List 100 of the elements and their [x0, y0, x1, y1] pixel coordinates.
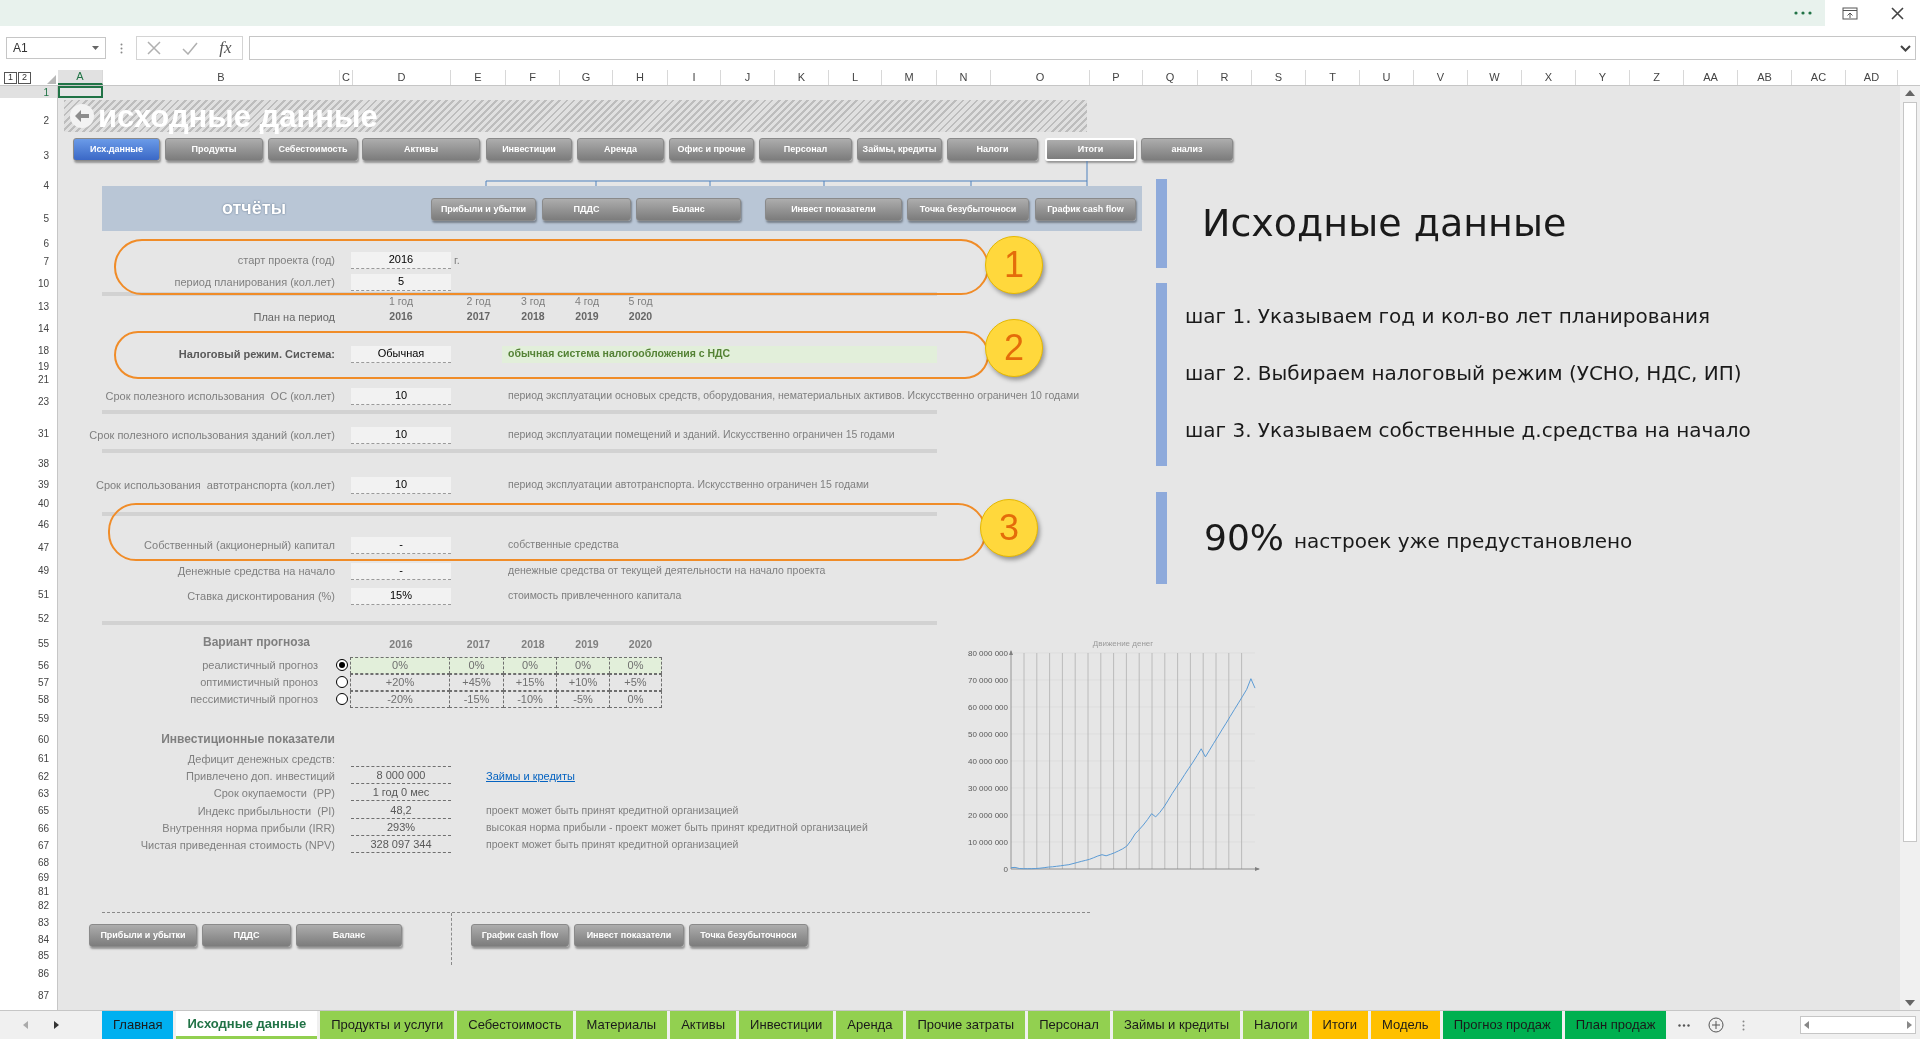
row-header[interactable]: 60 [0, 728, 57, 750]
column-header[interactable]: D [353, 70, 451, 85]
row-header[interactable]: 81 [0, 885, 57, 898]
radio-unchecked[interactable] [336, 693, 348, 705]
row-header[interactable]: 68 [0, 853, 57, 871]
link[interactable]: Займы и кредиты [486, 767, 575, 785]
column-header[interactable]: C [340, 70, 353, 85]
row-header[interactable]: 55 [0, 631, 57, 657]
sheet-tab[interactable]: Себестоимость [457, 1011, 573, 1039]
row-header[interactable]: 85 [0, 947, 57, 964]
row-header[interactable]: 86 [0, 964, 57, 984]
column-header[interactable]: P [1090, 70, 1143, 85]
name-box[interactable]: A1 [6, 37, 106, 59]
more-icon[interactable] [1794, 11, 1812, 15]
window-restore-icon[interactable] [1841, 6, 1858, 20]
close-icon[interactable] [1890, 6, 1904, 20]
sheet-tab[interactable]: Активы [670, 1011, 737, 1039]
horizontal-scrollbar[interactable] [1800, 1016, 1916, 1034]
column-header[interactable]: N [937, 70, 991, 85]
column-header[interactable]: L [829, 70, 882, 85]
sheet-tab[interactable]: Исходные данные [176, 1011, 318, 1039]
column-header[interactable]: Z [1630, 70, 1684, 85]
sheet-tab[interactable]: Модель [1371, 1011, 1440, 1039]
column-header[interactable]: F [506, 70, 560, 85]
sheet-tab[interactable]: Персонал [1028, 1011, 1110, 1039]
row-header[interactable]: 2 [0, 98, 57, 142]
column-header[interactable]: R [1198, 70, 1252, 85]
row-header[interactable]: 18 [0, 340, 57, 360]
row-header[interactable]: 3 [0, 142, 57, 169]
row-header[interactable]: 63 [0, 784, 57, 802]
column-header[interactable]: X [1522, 70, 1576, 85]
scroll-left-icon[interactable] [1804, 1021, 1809, 1029]
row-header[interactable]: 66 [0, 819, 57, 837]
sheet-tab[interactable]: Итоги [1311, 1011, 1368, 1039]
row-header[interactable]: 61 [0, 750, 57, 768]
sheet-tab[interactable]: Налоги [1243, 1011, 1309, 1039]
row-header[interactable]: 58 [0, 690, 57, 708]
row-header[interactable]: 31 [0, 415, 57, 451]
sheet-tab[interactable]: План продаж [1564, 1011, 1667, 1039]
column-header[interactable]: M [882, 70, 937, 85]
row-header[interactable]: 6 [0, 235, 57, 252]
outline-level-button[interactable]: 1 [4, 71, 17, 84]
scroll-up-icon[interactable] [1905, 90, 1915, 96]
column-header[interactable]: W [1468, 70, 1522, 85]
outline-level-button[interactable]: 2 [18, 71, 31, 84]
row-header[interactable]: 82 [0, 898, 57, 914]
row-header[interactable]: 40 [0, 492, 57, 514]
row-header[interactable]: 51 [0, 583, 57, 605]
splitter-icon[interactable] [1742, 1019, 1746, 1031]
row-header[interactable]: 62 [0, 767, 57, 785]
row-header[interactable]: 14 [0, 317, 57, 340]
more-tabs-icon[interactable] [1678, 1023, 1691, 1027]
row-header[interactable]: 1 [0, 86, 57, 98]
column-header[interactable]: AD [1846, 70, 1898, 85]
sheet-tab[interactable]: Аренда [836, 1011, 904, 1039]
row-header[interactable]: 49 [0, 558, 57, 584]
column-header[interactable]: AB [1738, 70, 1792, 85]
row-header[interactable]: 56 [0, 656, 57, 674]
row-header[interactable]: 67 [0, 836, 57, 854]
row-header[interactable]: 38 [0, 451, 57, 476]
sheet-tab[interactable]: Продукты и услуги [320, 1011, 455, 1039]
row-header[interactable]: 13 [0, 295, 57, 318]
row-header[interactable]: 5 [0, 202, 57, 235]
column-header[interactable]: S [1252, 70, 1306, 85]
column-header[interactable]: I [668, 70, 721, 85]
row-header[interactable]: 46 [0, 513, 57, 536]
row-header[interactable]: 39 [0, 476, 57, 493]
row-header[interactable]: 65 [0, 802, 57, 820]
row-header[interactable]: 23 [0, 387, 57, 416]
insert-function-button[interactable]: fx [219, 35, 232, 61]
row-header[interactable]: 7 [0, 252, 57, 271]
row-header[interactable]: 69 [0, 870, 57, 885]
column-header[interactable]: E [451, 70, 506, 85]
column-header[interactable]: K [775, 70, 829, 85]
row-header[interactable]: 52 [0, 605, 57, 631]
add-sheet-icon[interactable] [1708, 1017, 1725, 1033]
scroll-right-icon[interactable] [54, 1021, 59, 1029]
cancel-icon[interactable] [147, 41, 162, 55]
column-header[interactable]: B [103, 70, 340, 85]
formula-input[interactable] [249, 36, 1916, 60]
sheet-tab[interactable]: Прочие затраты [906, 1011, 1026, 1039]
column-header[interactable]: J [721, 70, 775, 85]
column-header[interactable]: Q [1143, 70, 1198, 85]
column-header[interactable]: Y [1576, 70, 1630, 85]
radio-unchecked[interactable] [336, 676, 348, 688]
column-header[interactable]: G [560, 70, 613, 85]
column-header[interactable]: V [1414, 70, 1468, 85]
column-header[interactable]: T [1306, 70, 1360, 85]
row-header[interactable]: 87 [0, 983, 57, 1008]
row-header[interactable]: 47 [0, 536, 57, 558]
column-header[interactable]: U [1360, 70, 1414, 85]
sheet-tab[interactable]: Прогноз продаж [1442, 1011, 1562, 1039]
sheet-tab[interactable]: Главная [102, 1011, 174, 1039]
row-header[interactable]: 57 [0, 673, 57, 691]
scroll-left-icon[interactable] [23, 1021, 28, 1029]
radio-checked[interactable] [336, 659, 348, 671]
row-header[interactable]: 84 [0, 930, 57, 948]
row-header[interactable]: 19 [0, 360, 57, 372]
row-header[interactable]: 4 [0, 169, 57, 203]
row-header[interactable]: 83 [0, 913, 57, 931]
